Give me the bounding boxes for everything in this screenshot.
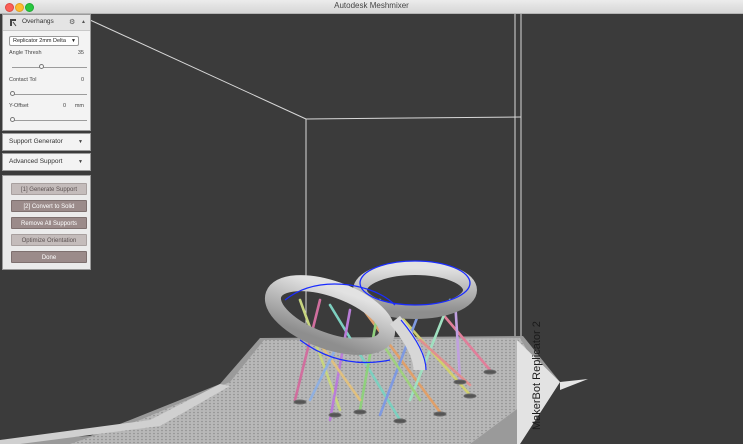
expand-arrow-icon: ▼ — [78, 159, 83, 165]
remove-all-supports-button[interactable]: Remove All Supports — [11, 217, 87, 229]
done-button[interactable]: Done — [11, 251, 87, 263]
contact-tol-slider[interactable] — [10, 91, 87, 96]
contact-tol-label: Contact Tol — [9, 77, 37, 83]
optimize-orientation-button[interactable]: Optimize Orientation — [11, 234, 87, 246]
3d-viewport[interactable]: MakerBot Replicator 2 — [0, 14, 743, 444]
convert-to-solid-button[interactable]: [2] Convert to Solid — [11, 200, 87, 212]
expand-arrow-icon: ▼ — [78, 139, 83, 145]
print-bed — [0, 336, 588, 444]
angle-thresh-slider[interactable] — [12, 64, 87, 69]
angle-thresh-value[interactable]: 35 — [78, 50, 84, 56]
scene-canvas[interactable]: MakerBot Replicator 2 — [0, 14, 743, 444]
support-actions-panel: [1] Generate Support [2] Convert to Soli… — [2, 175, 91, 270]
contact-tol-slider-thumb[interactable] — [10, 91, 15, 96]
collapse-arrow-icon[interactable]: ▲ — [81, 19, 86, 25]
chevron-down-icon: ▼ — [71, 38, 76, 44]
advanced-support-section[interactable]: Advanced Support ▼ — [2, 153, 91, 171]
contact-tol-value[interactable]: 0 — [81, 77, 84, 83]
y-offset-value[interactable]: 0 — [63, 103, 66, 109]
support-generator-section[interactable]: Support Generator ▼ — [2, 133, 91, 151]
y-offset-slider-thumb[interactable] — [10, 117, 15, 122]
printer-label: MakerBot Replicator 2 — [531, 321, 543, 430]
panel-title: Overhangs — [22, 18, 54, 25]
gear-icon[interactable]: ⚙ — [69, 18, 75, 26]
support-generator-label: Support Generator — [9, 138, 63, 145]
window-title: Autodesk Meshmixer — [334, 1, 409, 10]
advanced-support-label: Advanced Support — [9, 158, 63, 165]
y-offset-slider[interactable] — [10, 117, 87, 122]
generate-support-button[interactable]: [1] Generate Support — [11, 183, 87, 195]
angle-thresh-slider-thumb[interactable] — [38, 64, 44, 69]
printer-preset-value: Replicator 2mm Delta — [13, 38, 66, 44]
overhangs-tool-icon — [10, 19, 17, 27]
overhangs-panel: Overhangs ⚙ ▲ Replicator 2mm Delta ▼ Ang… — [2, 14, 91, 131]
y-offset-label: Y-Offset — [9, 103, 29, 109]
overhangs-header[interactable]: Overhangs ⚙ ▲ — [3, 15, 90, 31]
window-titlebar: Autodesk Meshmixer — [0, 0, 743, 14]
angle-thresh-label: Angle Thresh — [9, 50, 42, 56]
printer-preset-dropdown[interactable]: Replicator 2mm Delta ▼ — [9, 36, 79, 46]
y-offset-unit: mm — [74, 103, 84, 109]
